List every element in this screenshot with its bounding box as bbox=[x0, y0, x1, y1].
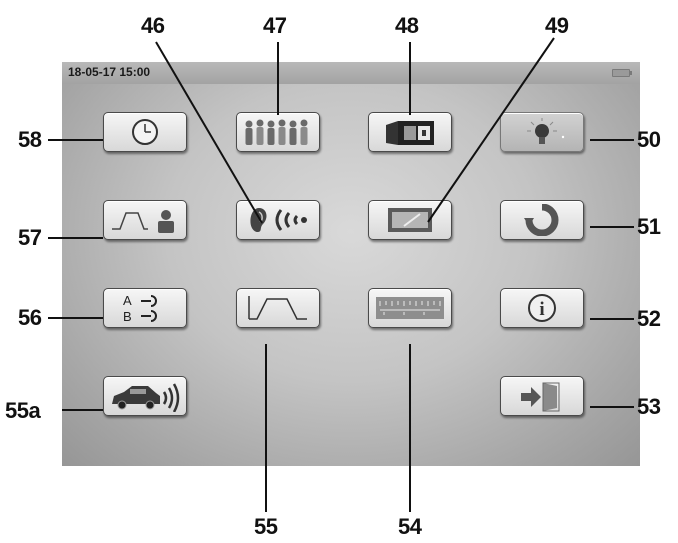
callout-lines bbox=[48, 37, 634, 512]
